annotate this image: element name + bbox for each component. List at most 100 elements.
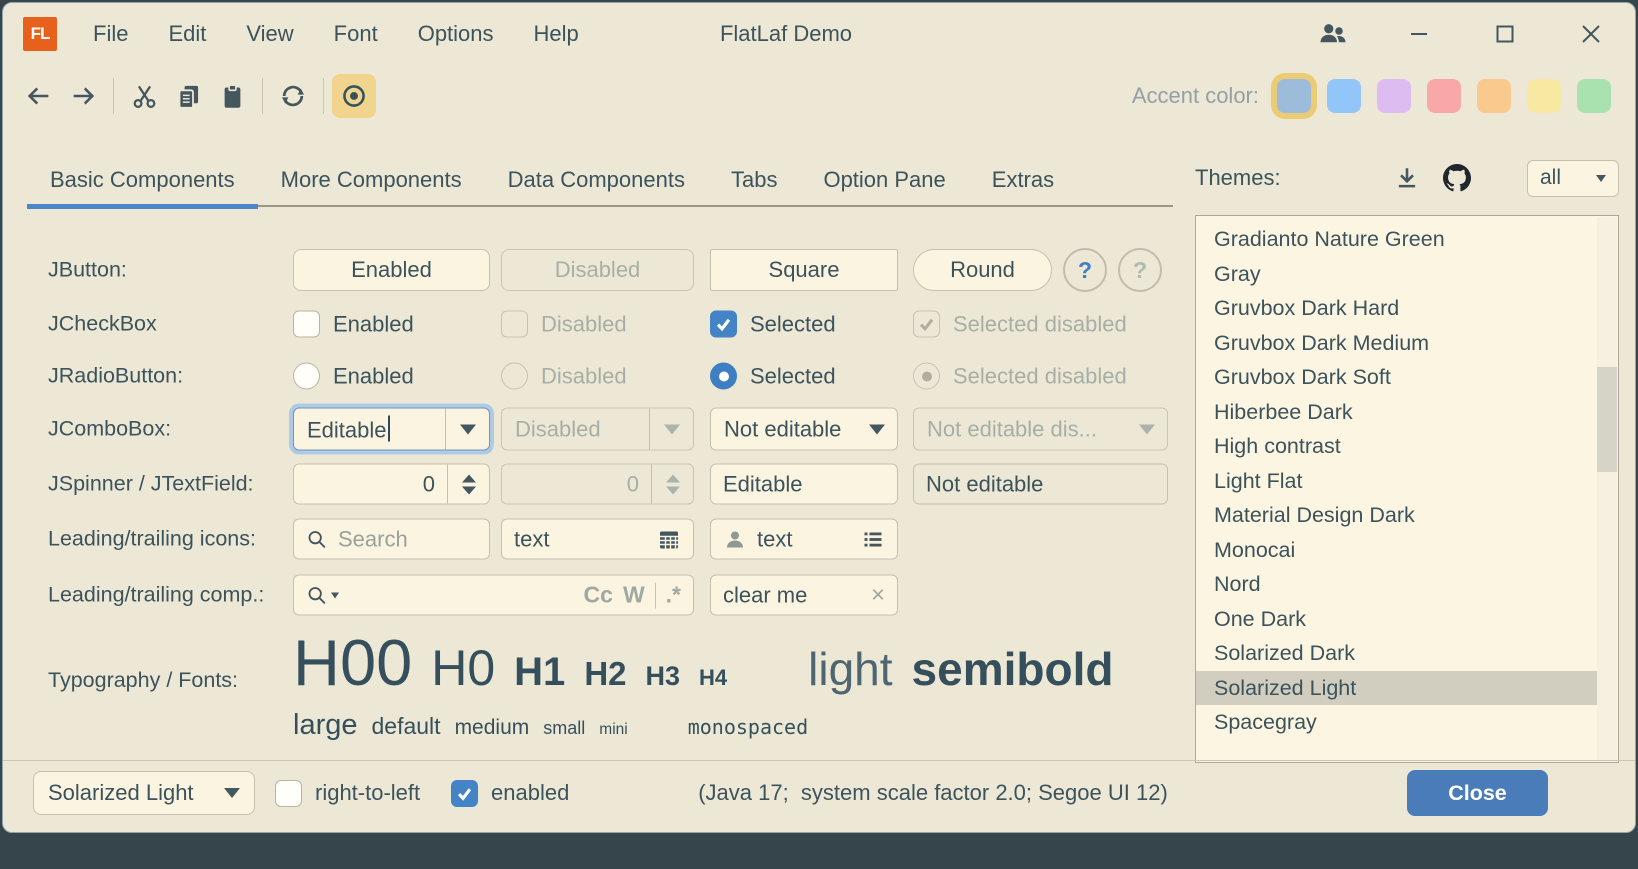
- spinner-arrows[interactable]: [447, 465, 489, 504]
- show-hint-toggle-button[interactable]: [332, 74, 376, 118]
- help-button[interactable]: ?: [1063, 248, 1107, 292]
- tab-basic-components[interactable]: Basic Components: [27, 153, 258, 207]
- menu-help[interactable]: Help: [534, 21, 579, 47]
- close-window-button[interactable]: [1573, 16, 1609, 52]
- tab-data-components[interactable]: Data Components: [485, 153, 708, 207]
- radio-selected[interactable]: [710, 363, 737, 390]
- copy-button[interactable]: [166, 74, 210, 118]
- search-field[interactable]: Search: [293, 519, 490, 560]
- whole-word-button[interactable]: W: [623, 582, 645, 609]
- theme-item[interactable]: One Dark: [1196, 602, 1597, 637]
- github-icon[interactable]: [1439, 160, 1475, 196]
- download-themes-icon[interactable]: [1389, 160, 1425, 196]
- combobox-not-editable[interactable]: Not editable: [710, 408, 898, 451]
- theme-item[interactable]: Light Flat: [1196, 464, 1597, 499]
- textfield-value: Editable: [723, 471, 803, 497]
- radio-label[interactable]: Enabled: [333, 363, 414, 389]
- theme-selector-combobox[interactable]: Solarized Light: [33, 771, 255, 815]
- textfield-with-user[interactable]: text: [710, 519, 898, 560]
- theme-item[interactable]: Gruvbox Dark Soft: [1196, 360, 1597, 395]
- theme-item[interactable]: Spacegray: [1196, 705, 1597, 740]
- round-button[interactable]: Round: [913, 249, 1052, 291]
- combobox-editable[interactable]: Editable: [293, 408, 490, 451]
- accent-swatch-purple[interactable]: [1377, 79, 1411, 113]
- checkbox-enabled[interactable]: [293, 311, 320, 338]
- menu-file[interactable]: File: [93, 21, 128, 47]
- calendar-icon[interactable]: [657, 527, 681, 551]
- theme-item[interactable]: Monocai: [1196, 533, 1597, 568]
- users-icon[interactable]: [1315, 16, 1351, 52]
- enabled-checkbox[interactable]: enabled: [451, 771, 569, 815]
- theme-item[interactable]: Hiberbee Dark: [1196, 395, 1597, 430]
- spinner-down-icon[interactable]: [462, 486, 476, 494]
- theme-item[interactable]: Gruvbox Dark Medium: [1196, 326, 1597, 361]
- spinner-enabled[interactable]: 0: [293, 464, 490, 505]
- menu-font[interactable]: Font: [334, 21, 378, 47]
- themes-scrollbar-thumb[interactable]: [1597, 367, 1617, 472]
- close-button[interactable]: Close: [1407, 770, 1548, 816]
- accent-swatch-red[interactable]: [1427, 79, 1461, 113]
- checkbox-label[interactable]: right-to-left: [315, 780, 420, 806]
- clear-icon[interactable]: ×: [871, 581, 885, 609]
- text-cursor: [388, 415, 390, 441]
- square-button[interactable]: Square: [710, 249, 898, 291]
- accent-swatch-yellow[interactable]: [1527, 79, 1561, 113]
- right-to-left-checkbox[interactable]: right-to-left: [275, 771, 420, 815]
- enabled-button[interactable]: Enabled: [293, 249, 490, 291]
- tab-extras[interactable]: Extras: [969, 153, 1077, 207]
- theme-item[interactable]: High contrast: [1196, 429, 1597, 464]
- tab-option-pane[interactable]: Option Pane: [800, 153, 968, 207]
- search-field-with-buttons[interactable]: Cc W .*: [293, 575, 694, 616]
- clearable-field[interactable]: clear me ×: [710, 575, 898, 616]
- accent-swatch-orange[interactable]: [1477, 79, 1511, 113]
- accent-swatch-green[interactable]: [1577, 79, 1611, 113]
- textfield-editable[interactable]: Editable: [710, 464, 898, 505]
- jcheckbox-row: JCheckBox Enabled Disabled Selected Sele…: [48, 297, 1173, 351]
- checkbox-label[interactable]: Enabled: [333, 311, 414, 337]
- leading-trailing-icons-row: Leading/trailing icons: Search text: [48, 512, 1173, 566]
- radio-enabled[interactable]: [293, 363, 320, 390]
- checkbox-unchecked[interactable]: [275, 780, 302, 807]
- cut-button[interactable]: [122, 74, 166, 118]
- theme-item[interactable]: Nord: [1196, 567, 1597, 602]
- combobox-arrow-button[interactable]: [445, 409, 489, 450]
- spinner-up-icon[interactable]: [462, 474, 476, 482]
- themes-scrollbar[interactable]: [1597, 217, 1617, 761]
- accent-swatch-blue-gray[interactable]: [1277, 79, 1311, 113]
- match-case-button[interactable]: Cc: [584, 582, 613, 609]
- checkbox-selected[interactable]: [710, 311, 737, 338]
- h1-sample: H1: [514, 650, 565, 695]
- theme-item[interactable]: Gray: [1196, 257, 1597, 292]
- themes-header: Themes: all: [1195, 158, 1619, 198]
- search-menu-icon[interactable]: [306, 584, 339, 606]
- radio-label[interactable]: Selected: [750, 363, 836, 389]
- theme-item[interactable]: Solarized Dark: [1196, 636, 1597, 671]
- accent-swatch-blue[interactable]: [1327, 79, 1361, 113]
- theme-item[interactable]: Material Design Dark: [1196, 498, 1597, 533]
- menu-edit[interactable]: Edit: [168, 21, 206, 47]
- checkbox-label[interactable]: enabled: [491, 780, 569, 806]
- combobox-arrow-button[interactable]: [857, 409, 897, 450]
- regex-button[interactable]: .*: [666, 582, 681, 609]
- menu-options[interactable]: Options: [418, 21, 494, 47]
- minimize-button[interactable]: [1401, 16, 1437, 52]
- themes-filter-combobox[interactable]: all: [1527, 160, 1619, 197]
- menu-view[interactable]: View: [246, 21, 293, 47]
- checkbox-checked[interactable]: [451, 780, 478, 807]
- list-menu-icon[interactable]: [861, 527, 885, 551]
- theme-item[interactable]: Gruvbox Dark Hard: [1196, 291, 1597, 326]
- spinner-value[interactable]: 0: [294, 471, 447, 497]
- refresh-button[interactable]: [271, 74, 315, 118]
- combobox-value: Not editable: [711, 416, 857, 442]
- theme-item-selected[interactable]: Solarized Light: [1196, 671, 1597, 706]
- tab-more-components[interactable]: More Components: [258, 153, 485, 207]
- back-button[interactable]: [17, 74, 61, 118]
- textfield-with-calendar[interactable]: text: [501, 519, 694, 560]
- theme-item[interactable]: Gradianto Nature Green: [1196, 222, 1597, 257]
- maximize-button[interactable]: [1487, 16, 1523, 52]
- checkbox-label[interactable]: Selected: [750, 311, 836, 337]
- paste-button[interactable]: [210, 74, 254, 118]
- tab-tabs[interactable]: Tabs: [708, 153, 800, 207]
- help-button-disabled: ?: [1118, 248, 1162, 292]
- forward-button[interactable]: [61, 74, 105, 118]
